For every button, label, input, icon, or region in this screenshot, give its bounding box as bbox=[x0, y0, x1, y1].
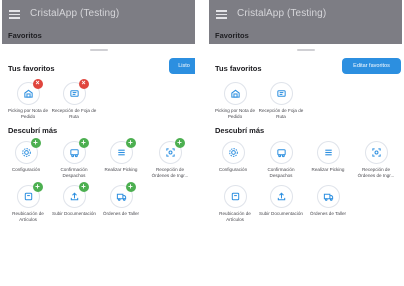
discover-tile-label: Reubicación de Artículos bbox=[219, 211, 251, 222]
list-icon bbox=[324, 149, 332, 156]
favorites-bottom-sheet: Tus favoritos Listo × Picking por Nota d… bbox=[2, 44, 195, 286]
list-icon bbox=[117, 149, 125, 156]
menu-icon[interactable] bbox=[9, 10, 20, 19]
discover-tile-label: Subir Documentación bbox=[52, 211, 96, 216]
discover-tile-recepcion-ordenes[interactable]: + Recepción de Órdenes de Ingr... bbox=[147, 138, 193, 178]
remove-favorite-badge[interactable]: × bbox=[32, 79, 43, 89]
app-title: CristalApp (Testing) bbox=[237, 8, 327, 19]
discover-tile-recepcion-ordenes[interactable]: Recepción de Órdenes de Ingr... bbox=[353, 141, 399, 178]
discover-tile-confirmacion[interactable]: + Confirmación Despachos bbox=[51, 138, 97, 178]
discover-tile-label: Confirmación Despachos bbox=[60, 167, 88, 178]
app-screen-normal-mode: CristalApp (Testing) Favoritos Tus favor… bbox=[209, 0, 402, 286]
favorite-tile-picking[interactable]: Picking por Nota de Pedido bbox=[212, 82, 258, 119]
discover-section-title: Descubrí más bbox=[8, 126, 58, 135]
discover-tile-subir-documentacion[interactable]: Subir Documentación bbox=[258, 185, 304, 217]
discover-tile-label: Recepción de Órdenes de Ingr... bbox=[357, 167, 395, 178]
discover-tile-confirmacion[interactable]: Confirmación Despachos bbox=[258, 141, 304, 178]
upload-icon bbox=[277, 192, 285, 201]
discover-tile-label: Recepción de Órdenes de Ingr... bbox=[151, 167, 189, 178]
box-icon bbox=[231, 192, 239, 201]
discover-tile-label: Órdenes de Taller bbox=[309, 211, 347, 216]
box-icon bbox=[24, 192, 32, 201]
receipt-icon bbox=[276, 90, 286, 97]
discover-tile-realizar-picking[interactable]: Realizar Picking bbox=[305, 141, 351, 173]
discover-tile-configuracion[interactable]: Configuración bbox=[210, 141, 256, 173]
upload-icon bbox=[70, 192, 78, 201]
app-bar: CristalApp (Testing) bbox=[209, 0, 402, 30]
picking-icon bbox=[23, 89, 33, 98]
edit-favorites-button[interactable]: Editar favoritos bbox=[342, 58, 401, 74]
scan-icon bbox=[371, 148, 381, 157]
favorite-tile-receipt[interactable]: Recepción de Foja de Ruta bbox=[258, 82, 304, 119]
app-title: CristalApp (Testing) bbox=[30, 8, 120, 19]
discover-tile-label: Configuración bbox=[218, 167, 248, 172]
scan-icon bbox=[165, 148, 175, 157]
page-header: Favoritos bbox=[209, 30, 402, 44]
discover-tile-label: Configuración bbox=[11, 167, 41, 172]
discover-tile-ordenes-taller[interactable]: Órdenes de Taller bbox=[305, 185, 351, 217]
app-bar: CristalApp (Testing) bbox=[2, 0, 195, 30]
discover-tile-reubicacion[interactable]: Reubicación de Artículos bbox=[212, 185, 258, 222]
page-title: Favoritos bbox=[215, 31, 249, 40]
discover-section-title: Descubrí más bbox=[215, 126, 265, 135]
add-favorite-badge[interactable]: + bbox=[125, 138, 136, 148]
add-favorite-badge[interactable]: + bbox=[125, 182, 136, 192]
gear-icon bbox=[228, 148, 238, 157]
favorite-tile-label: Picking por Nota de Pedido bbox=[7, 108, 49, 119]
discover-tile-configuracion[interactable]: + Configuración bbox=[3, 138, 49, 173]
discover-tile-subir-documentacion[interactable]: + Subir Documentación bbox=[51, 182, 97, 217]
gear-icon bbox=[21, 148, 31, 157]
done-button[interactable]: Listo bbox=[169, 58, 195, 74]
menu-icon[interactable] bbox=[216, 10, 227, 19]
delivery-truck-icon bbox=[116, 193, 126, 201]
favorites-section-title: Tus favoritos bbox=[215, 64, 262, 73]
app-screen-edit-mode: CristalApp (Testing) Favoritos Tus favor… bbox=[2, 0, 195, 286]
favorites-bottom-sheet: Tus favoritos Editar favoritos Picking p… bbox=[209, 44, 402, 286]
discover-tile-label: Subir Documentación bbox=[259, 211, 303, 216]
receipt-icon bbox=[69, 90, 79, 97]
discover-tile-label: Reubicación de Artículos bbox=[12, 211, 44, 222]
favorite-tile-label: Picking por Nota de Pedido bbox=[214, 108, 256, 119]
add-favorite-badge[interactable]: + bbox=[32, 182, 43, 192]
discover-tile-realizar-picking[interactable]: + Realizar Picking bbox=[98, 138, 144, 173]
favorite-tile-label: Recepción de Foja de Ruta bbox=[51, 108, 97, 119]
add-favorite-badge[interactable]: + bbox=[78, 138, 89, 148]
favorites-section-title: Tus favoritos bbox=[8, 64, 55, 73]
discover-tile-label: Realizar Picking bbox=[104, 167, 138, 172]
favorite-tile-label: Recepción de Foja de Ruta bbox=[258, 108, 304, 119]
remove-favorite-badge[interactable]: × bbox=[78, 79, 89, 89]
discover-tile-label: Confirmación Despachos bbox=[267, 167, 295, 178]
page-title: Favoritos bbox=[8, 31, 42, 40]
add-favorite-badge[interactable]: + bbox=[174, 138, 185, 148]
favorite-tile-receipt[interactable]: × Recepción de Foja de Ruta bbox=[51, 79, 97, 119]
truck-icon bbox=[276, 149, 286, 158]
add-favorite-badge[interactable]: + bbox=[30, 138, 41, 148]
discover-tile-reubicacion[interactable]: + Reubicación de Artículos bbox=[5, 182, 51, 222]
add-favorite-badge[interactable]: + bbox=[78, 182, 89, 192]
sheet-drag-handle[interactable] bbox=[89, 49, 108, 51]
discover-tile-label: Realizar Picking bbox=[311, 167, 345, 172]
favorite-tile-picking[interactable]: × Picking por Nota de Pedido bbox=[5, 79, 51, 119]
discover-tile-ordenes-taller[interactable]: + Órdenes de Taller bbox=[98, 182, 144, 217]
discover-tile-label: Órdenes de Taller bbox=[102, 211, 140, 216]
delivery-truck-icon bbox=[323, 193, 333, 201]
picking-icon bbox=[230, 89, 240, 98]
truck-icon bbox=[69, 149, 79, 158]
sheet-drag-handle[interactable] bbox=[296, 49, 315, 51]
page-header: Favoritos bbox=[2, 30, 195, 44]
